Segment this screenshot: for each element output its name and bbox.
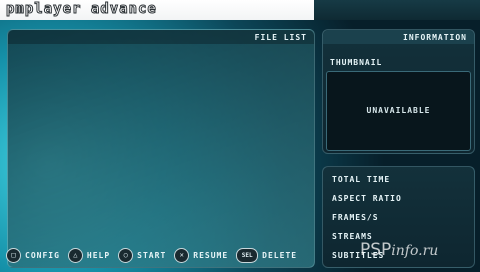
delete-label: DELETE [262,250,298,260]
thumbnail-preview: UNAVAILABLE [326,71,471,151]
watermark: PSPinfo.ru [360,240,438,260]
meta-frames-per-second: FRAMES/S [332,213,379,222]
start-label: START [137,250,167,260]
information-panel: INFORMATION THUMBNAIL UNAVAILABLE [322,29,475,154]
watermark-domain: info.ru [391,243,439,259]
information-title: INFORMATION [403,33,467,42]
config-hint[interactable]: □ CONFIG [6,247,60,263]
circle-button-icon: ○ [118,247,134,263]
meta-aspect-ratio: ASPECT RATIO [332,194,402,203]
title-bar: pmplayer advance [0,0,314,20]
meta-total-time: TOTAL TIME [332,175,391,184]
file-list-title: FILE LIST [254,33,307,42]
config-label: CONFIG [25,250,60,260]
help-hint[interactable]: △ HELP [67,247,111,263]
watermark-brand: PSP [360,240,392,260]
resume-hint[interactable]: ✕ RESUME [174,247,229,263]
thumbnail-label: THUMBNAIL [330,58,383,67]
title-bar-right [314,0,480,20]
app-logo: pmplayer advance [6,1,157,18]
button-hints: □ CONFIG △ HELP ○ START ✕ RESUME SEL DEL… [6,246,301,264]
start-hint[interactable]: ○ START [118,247,167,263]
cross-button-icon: ✕ [174,247,190,263]
triangle-button-icon: △ [67,247,83,263]
select-button-icon: SEL [236,247,259,263]
resume-label: RESUME [193,250,229,260]
square-button-icon: □ [6,247,21,263]
thumbnail-status: UNAVAILABLE [366,106,431,115]
help-label: HELP [86,250,111,260]
delete-hint[interactable]: SEL DELETE [236,247,298,263]
file-list-panel[interactable]: FILE LIST [7,29,315,268]
